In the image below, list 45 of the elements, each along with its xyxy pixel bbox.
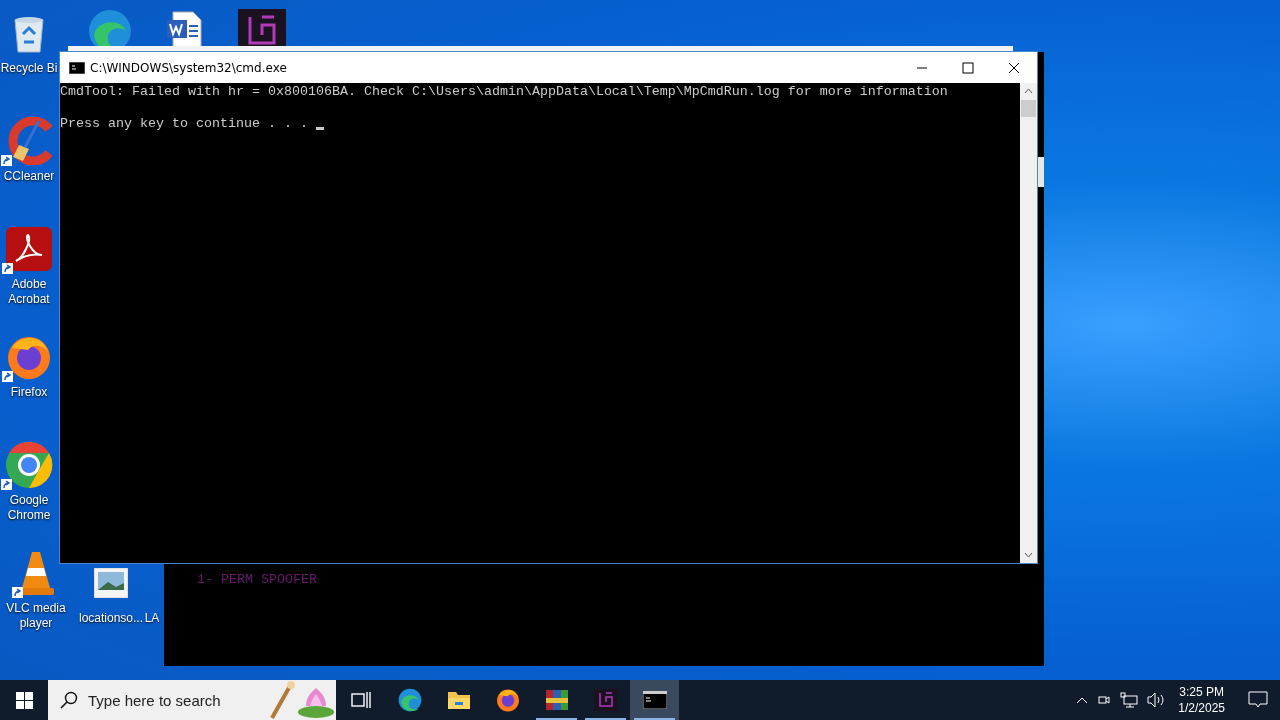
- maximize-icon: [962, 61, 974, 74]
- console-text: Press any key to continue . . .: [60, 116, 308, 132]
- search-input[interactable]: Type here to search: [86, 690, 262, 710]
- desktop-icon-label[interactable]: Recycle Bi: [0, 61, 58, 76]
- search-bar[interactable]: Type here to search: [48, 680, 336, 720]
- close-icon: [1008, 61, 1020, 74]
- console-icon: [642, 691, 667, 709]
- scroll-down-icon[interactable]: [1024, 552, 1033, 558]
- clock-date: 1/2/2025: [1178, 700, 1225, 716]
- notification-icon[interactable]: [1248, 691, 1268, 709]
- chevron-up-icon[interactable]: [1076, 696, 1089, 704]
- console-icon: [69, 61, 85, 74]
- network-icon[interactable]: [1120, 692, 1139, 708]
- image-file-icon: [94, 568, 128, 598]
- scrollbar[interactable]: [1020, 83, 1037, 563]
- task-view-icon: [350, 691, 371, 709]
- text-cursor: [315, 127, 324, 130]
- desktop-icon-label[interactable]: Firefox: [10, 385, 48, 400]
- volume-icon[interactable]: [1147, 692, 1166, 708]
- desktop-icon-label[interactable]: Google Chrome: [0, 493, 58, 523]
- firefox-icon: [6, 334, 52, 380]
- windows-logo-icon: [15, 691, 33, 709]
- water-lily-icon: [270, 680, 336, 720]
- console-text: 1- PERM SPOOFER: [197, 572, 317, 587]
- acrobat-icon: [6, 227, 52, 271]
- search-icon: [60, 691, 78, 709]
- clock[interactable]: 3:25 PM 1/2/2025: [1178, 684, 1225, 716]
- edge-icon: [396, 687, 423, 713]
- desktop-icon-label[interactable]: CCleaner: [3, 169, 55, 184]
- console-text: CmdTool: Failed with hr = 0x800106BA. Check C:\Users\admin\AppData\Local\Temp\MpCmdRun.log for more information: [60, 84, 948, 100]
- clock-time: 3:25 PM: [1179, 684, 1224, 700]
- desktop-icon-label[interactable]: Adobe Acrobat: [0, 277, 58, 307]
- firefox-icon: [495, 688, 520, 712]
- books-icon: [544, 688, 569, 712]
- scroll-up-icon[interactable]: [1024, 88, 1033, 94]
- folder-icon: [446, 690, 471, 710]
- chrome-icon: [5, 441, 53, 489]
- taskbar-app-button[interactable]: [630, 680, 679, 720]
- desktop-icon-label[interactable]: VLC media player: [0, 601, 72, 631]
- camera-icon[interactable]: [1097, 693, 1112, 707]
- desktop-icon-label[interactable]: LA: [144, 611, 160, 626]
- scrollbar-thumb[interactable]: [1021, 100, 1036, 117]
- app-icon: [593, 688, 618, 712]
- desktop-icon-label[interactable]: locationso...: [78, 611, 143, 626]
- window-title: C:\WINDOWS\system32\cmd.exe: [90, 60, 288, 75]
